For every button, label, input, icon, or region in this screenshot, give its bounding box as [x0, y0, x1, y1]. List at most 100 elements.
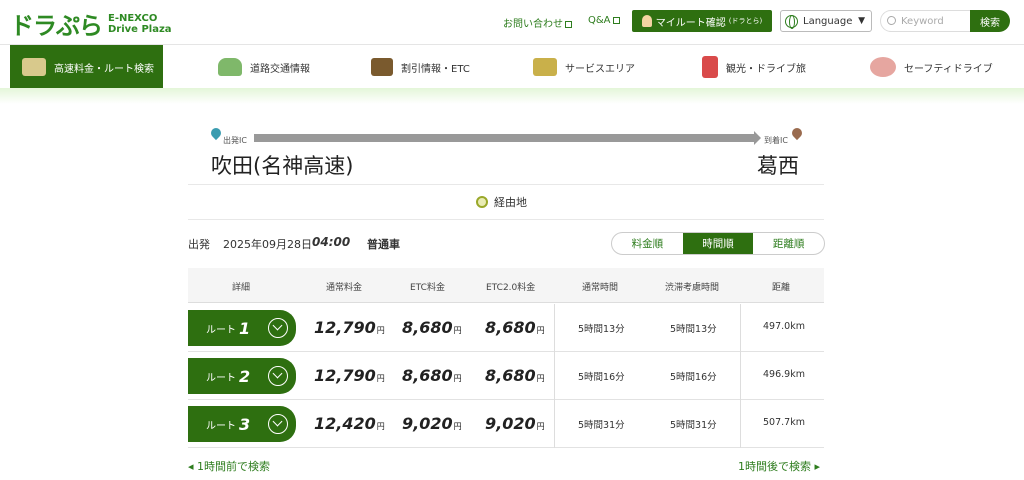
- etc-fare: 9,020円: [402, 414, 462, 433]
- normal-time: 5時間31分: [578, 420, 625, 431]
- fare-value: 12,420: [314, 414, 376, 433]
- external-link-icon: [565, 20, 572, 28]
- nav-item-traffic-info[interactable]: 道路交通情報: [218, 45, 310, 89]
- logo-sub-1: E-NEXCO: [108, 12, 158, 24]
- site-header: ドラぷら E-NEXCO Drive Plaza お問い合わせ Q&A マイルー…: [0, 0, 1024, 44]
- jam-time: 5時間16分: [670, 372, 717, 383]
- myroute-small-label: (ドラとら): [728, 17, 763, 25]
- end-pin-icon: [792, 128, 802, 142]
- jam-time: 5時間13分: [670, 324, 717, 335]
- column-separator: [740, 352, 741, 400]
- car-icon: [218, 58, 242, 76]
- sort-toggle: 料金順 時間順 距離順: [611, 232, 825, 255]
- map-icon: [22, 58, 46, 76]
- route-3-button[interactable]: ルート 3: [188, 406, 296, 442]
- nav-item-toll-route-search[interactable]: 高速料金・ルート検索: [10, 45, 163, 89]
- external-link-icon: [612, 16, 620, 24]
- globe-icon: [785, 14, 798, 29]
- yen-unit: 円: [376, 422, 385, 431]
- chevron-down-icon: [268, 414, 288, 434]
- distance: 496.9km: [763, 369, 805, 380]
- qa-link[interactable]: Q&A: [588, 15, 620, 26]
- via-label: 経由地: [494, 196, 527, 209]
- chevron-down-icon: [268, 366, 288, 386]
- col-detail: 詳細: [232, 283, 251, 293]
- search-box: 検索: [880, 10, 1010, 32]
- logo-text: ドラぷら: [10, 12, 103, 40]
- dropdown-triangle-icon: ▼: [858, 16, 865, 26]
- yen-unit: 円: [453, 374, 462, 383]
- normal-fare: 12,790円: [314, 366, 385, 385]
- fare-value: 12,790: [314, 318, 376, 337]
- column-separator: [554, 304, 555, 352]
- chevron-down-icon: [268, 318, 288, 338]
- yen-unit: 円: [536, 422, 545, 431]
- search-icon: [887, 16, 896, 25]
- sort-by-price[interactable]: 料金順: [612, 233, 683, 254]
- wallet-icon: [371, 58, 393, 76]
- suitcase-icon: [702, 56, 718, 78]
- fare-value: 8,680: [402, 366, 453, 385]
- depart-label: 出発: [188, 238, 210, 251]
- yen-unit: 円: [536, 374, 545, 383]
- heart-icon: [870, 57, 896, 77]
- distance: 497.0km: [763, 321, 805, 332]
- yen-unit: 円: [453, 326, 462, 335]
- nav-item-sightseeing[interactable]: 観光・ドライブ旅: [702, 45, 806, 89]
- route-1-button[interactable]: ルート 1: [188, 310, 296, 346]
- etc2-fare: 8,680円: [485, 318, 545, 337]
- myroute-label: マイルート確認: [655, 17, 726, 29]
- normal-time: 5時間16分: [578, 372, 625, 383]
- yen-unit: 円: [536, 326, 545, 335]
- nav-item-label: 高速料金・ルート検索: [54, 63, 154, 75]
- route-label: ルート: [206, 420, 236, 432]
- jam-time: 5時間31分: [670, 420, 717, 431]
- col-jam-time: 渋滞考慮時間: [665, 283, 720, 293]
- contact-link[interactable]: お問い合わせ: [503, 15, 572, 30]
- search-button[interactable]: 検索: [970, 10, 1010, 32]
- prev-hour-link[interactable]: ◂ 1時間前で検索: [188, 458, 270, 474]
- table-header: 詳細 通常料金 ETC料金 ETC2.0料金 通常時間 渋滞考慮時間 距離: [188, 268, 824, 303]
- col-etc-fare: ETC料金: [410, 283, 445, 293]
- table-row: ルート 1 12,790円 8,680円 8,680円 5時間13分 5時間13…: [188, 304, 824, 352]
- yen-unit: 円: [453, 422, 462, 431]
- divider: [188, 184, 824, 185]
- site-logo[interactable]: ドラぷら E-NEXCO Drive Plaza: [10, 6, 172, 41]
- vehicle-type: 普通車: [367, 238, 400, 251]
- nav-item-label: サービスエリア: [565, 63, 635, 75]
- nav-item-label: セーフティドライブ: [904, 63, 993, 75]
- col-normal-fare: 通常料金: [326, 283, 363, 293]
- nav-gradient-band: [0, 88, 1024, 104]
- language-select[interactable]: Language ▼: [780, 10, 872, 32]
- language-label: Language: [803, 15, 853, 27]
- fare-value: 8,680: [485, 366, 536, 385]
- normal-fare: 12,420円: [314, 414, 385, 433]
- col-etc2-fare: ETC2.0料金: [486, 283, 536, 293]
- start-pin-icon: [211, 128, 221, 142]
- etc-fare: 8,680円: [402, 366, 462, 385]
- col-normal-time: 通常時間: [582, 283, 619, 293]
- main-nav: 高速料金・ルート検索 道路交通情報 割引情報・ETC サービスエリア 観光・ドラ…: [0, 44, 1024, 89]
- column-separator: [740, 400, 741, 448]
- start-ic-label: 出発IC: [223, 136, 247, 145]
- nav-item-discount-etc[interactable]: 割引情報・ETC: [371, 45, 470, 89]
- sort-by-distance[interactable]: 距離順: [753, 233, 824, 254]
- nav-item-service-area[interactable]: サービスエリア: [533, 45, 635, 89]
- via-point-icon: [476, 196, 488, 208]
- depart-time: 04:00: [312, 235, 351, 249]
- distance: 507.7km: [763, 417, 805, 428]
- next-hour-link[interactable]: 1時間後で検索 ▸: [738, 458, 820, 474]
- depart-date: 2025年09月28日: [223, 238, 312, 251]
- etc2-fare: 9,020円: [485, 414, 545, 433]
- via-point[interactable]: 経由地: [476, 194, 527, 210]
- column-separator: [554, 400, 555, 448]
- fare-value: 8,680: [485, 318, 536, 337]
- nav-item-safety-drive[interactable]: セーフティドライブ: [870, 45, 993, 89]
- sort-by-time[interactable]: 時間順: [682, 233, 754, 254]
- route-arrow: [254, 131, 761, 145]
- myroute-button[interactable]: マイルート確認 (ドラとら): [632, 10, 772, 32]
- fare-value: 9,020: [402, 414, 453, 433]
- fare-value: 12,790: [314, 366, 376, 385]
- route-2-button[interactable]: ルート 2: [188, 358, 296, 394]
- route-label: ルート: [206, 324, 236, 336]
